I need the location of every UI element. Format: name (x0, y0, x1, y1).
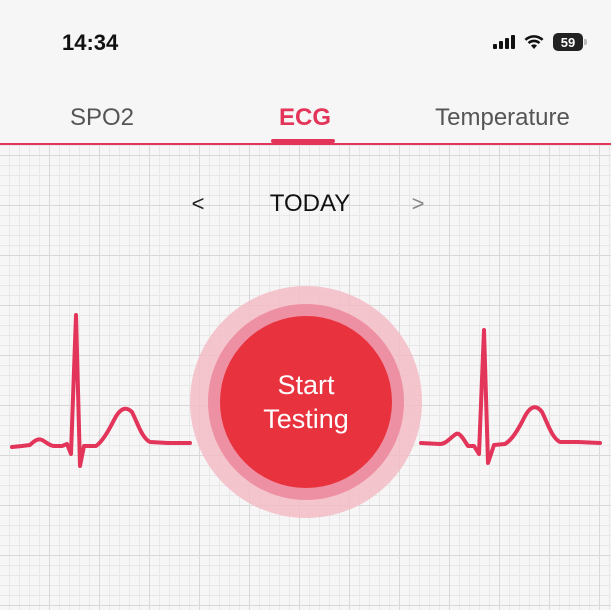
ecg-trace-left (10, 313, 192, 468)
next-day-button[interactable]: > (400, 186, 436, 222)
date-label: TODAY (269, 190, 351, 217)
start-button-line2: Testing (263, 404, 349, 434)
previous-day-button[interactable]: < (180, 186, 216, 222)
start-testing-button[interactable]: Start Testing (220, 316, 392, 488)
ecg-trace-right (419, 328, 602, 465)
start-button-line1: Start (277, 370, 335, 400)
date-navigator: < TODAY > (180, 186, 440, 222)
start-testing-control: Start Testing (190, 286, 422, 518)
